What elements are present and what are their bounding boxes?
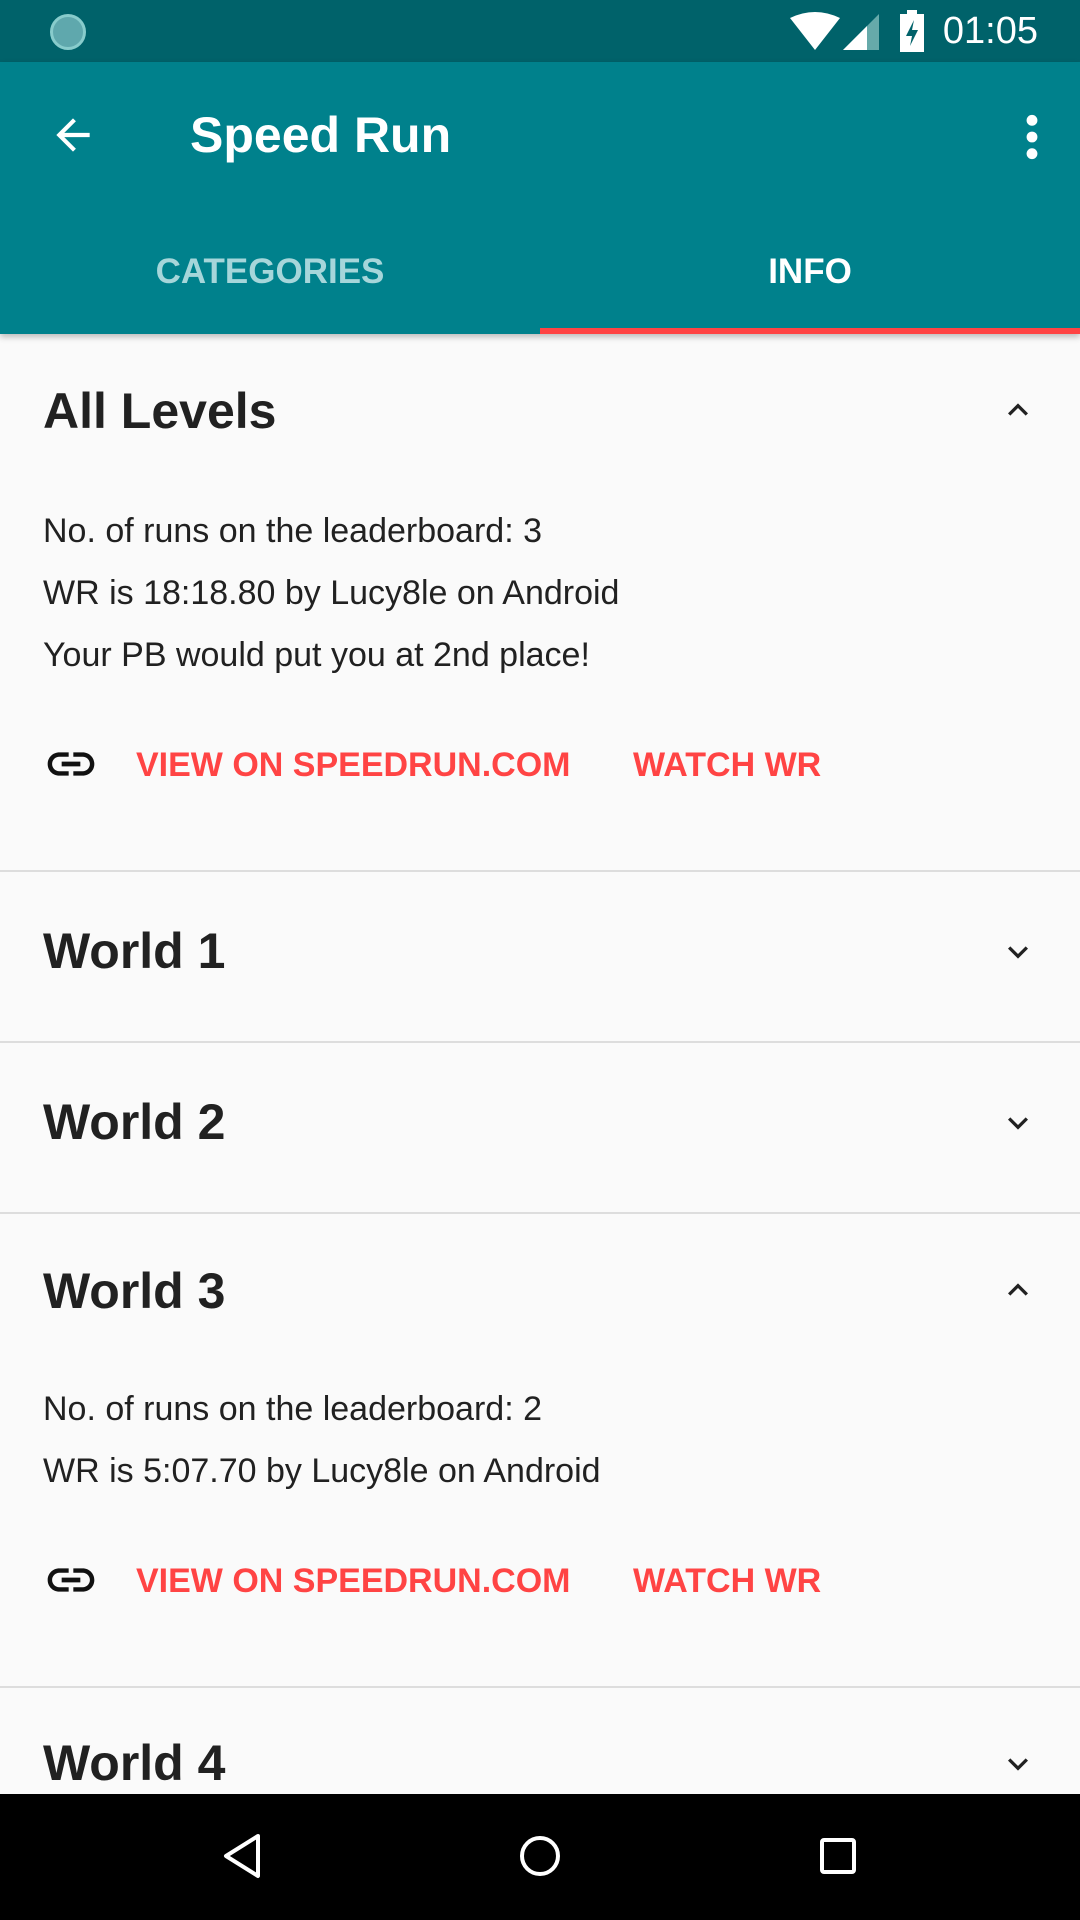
navigation-bar <box>0 1794 1080 1920</box>
status-bar: 01:05 <box>0 0 1080 62</box>
watch-wr-button[interactable]: WATCH WR <box>633 746 821 785</box>
page-title: Speed Run <box>190 107 452 163</box>
section-title[interactable]: World 1 <box>43 922 225 980</box>
view-on-speedrun-button[interactable]: VIEW ON SPEEDRUN.COM <box>136 1562 570 1601</box>
wr-info: WR is 18:18.80 by Lucy8le on Android <box>43 574 620 612</box>
app-bar: Speed Run CATEGORIES INFO <box>0 62 1080 334</box>
wr-info: WR is 5:07.70 by Lucy8le on Android <box>43 1452 601 1490</box>
pb-info: Your PB would put you at 2nd place! <box>43 636 590 674</box>
chevron-up-icon[interactable] <box>998 1270 1038 1310</box>
more-options-icon[interactable] <box>1022 112 1042 162</box>
battery-charging-icon <box>900 10 924 52</box>
tab-info[interactable]: INFO <box>540 252 1080 292</box>
back-nav-icon[interactable] <box>220 1832 264 1880</box>
link-icon <box>47 752 95 776</box>
chevron-down-icon[interactable] <box>998 1103 1038 1143</box>
signal-icon <box>843 14 879 50</box>
clock: 01:05 <box>942 10 1038 52</box>
section-title[interactable]: World 4 <box>43 1734 225 1792</box>
recents-icon[interactable] <box>818 1834 858 1878</box>
section-all-levels: All Levels No. of runs on the leaderboar… <box>0 334 1080 872</box>
section-title[interactable]: World 2 <box>43 1093 225 1151</box>
back-arrow-icon[interactable] <box>48 110 98 160</box>
runs-count: No. of runs on the leaderboard: 2 <box>43 1390 542 1428</box>
chevron-up-icon[interactable] <box>998 390 1038 430</box>
runs-count: No. of runs on the leaderboard: 3 <box>43 512 542 550</box>
chevron-down-icon[interactable] <box>998 1744 1038 1784</box>
section-title[interactable]: All Levels <box>43 382 276 440</box>
tab-categories[interactable]: CATEGORIES <box>0 252 540 292</box>
chevron-down-icon[interactable] <box>998 932 1038 972</box>
section-world-1: World 1 <box>0 872 1080 1043</box>
section-world-2: World 2 <box>0 1043 1080 1214</box>
wifi-icon <box>790 12 840 50</box>
home-icon[interactable] <box>518 1832 562 1880</box>
watch-wr-button[interactable]: WATCH WR <box>633 1562 821 1601</box>
section-world-3: World 3 No. of runs on the leaderboard: … <box>0 1214 1080 1688</box>
notification-icon <box>50 14 86 50</box>
view-on-speedrun-button[interactable]: VIEW ON SPEEDRUN.COM <box>136 746 570 785</box>
section-title[interactable]: World 3 <box>43 1262 225 1320</box>
link-icon <box>47 1568 95 1592</box>
